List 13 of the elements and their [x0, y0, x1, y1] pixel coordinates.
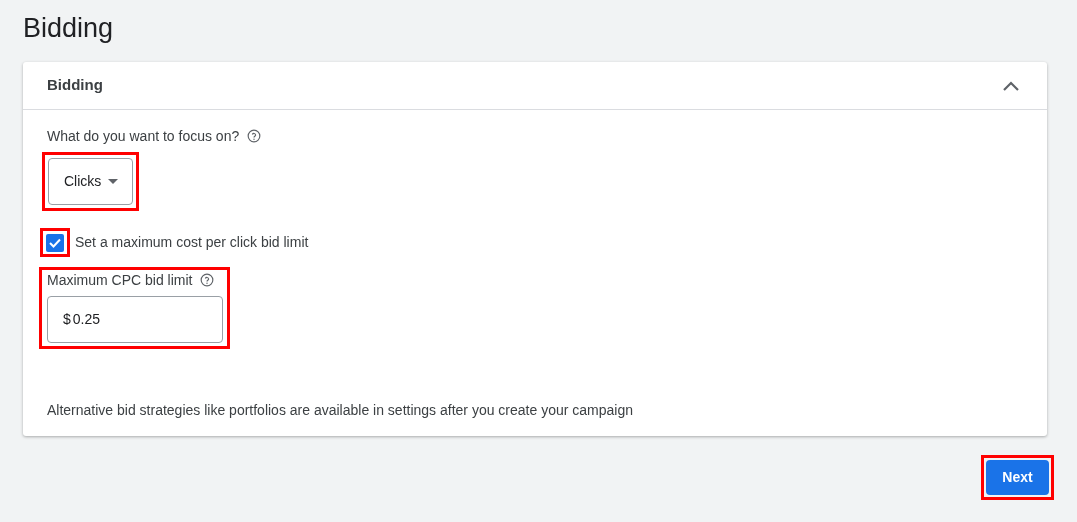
- help-icon[interactable]: [200, 273, 215, 287]
- caret-icon: [108, 179, 119, 184]
- field-label: Maximum CPC bid limit: [47, 270, 193, 290]
- checkbox-label: Set a maximum cost per click bid limit: [75, 233, 309, 252]
- section-title: Bidding: [47, 75, 103, 96]
- next-button[interactable]: Next: [986, 460, 1049, 495]
- bid-limit-input[interactable]: $0.25: [47, 296, 223, 343]
- page-title: Bidding: [23, 12, 115, 44]
- checkbox[interactable]: [46, 233, 64, 252]
- info-text: Alternative bid strategies like portfolios are available in settings after you create your campaign: [47, 401, 634, 420]
- field-label: What do you want to focus on?: [47, 126, 240, 146]
- focus-dropdown[interactable]: Clicks: [48, 158, 133, 205]
- help-icon[interactable]: [247, 129, 262, 143]
